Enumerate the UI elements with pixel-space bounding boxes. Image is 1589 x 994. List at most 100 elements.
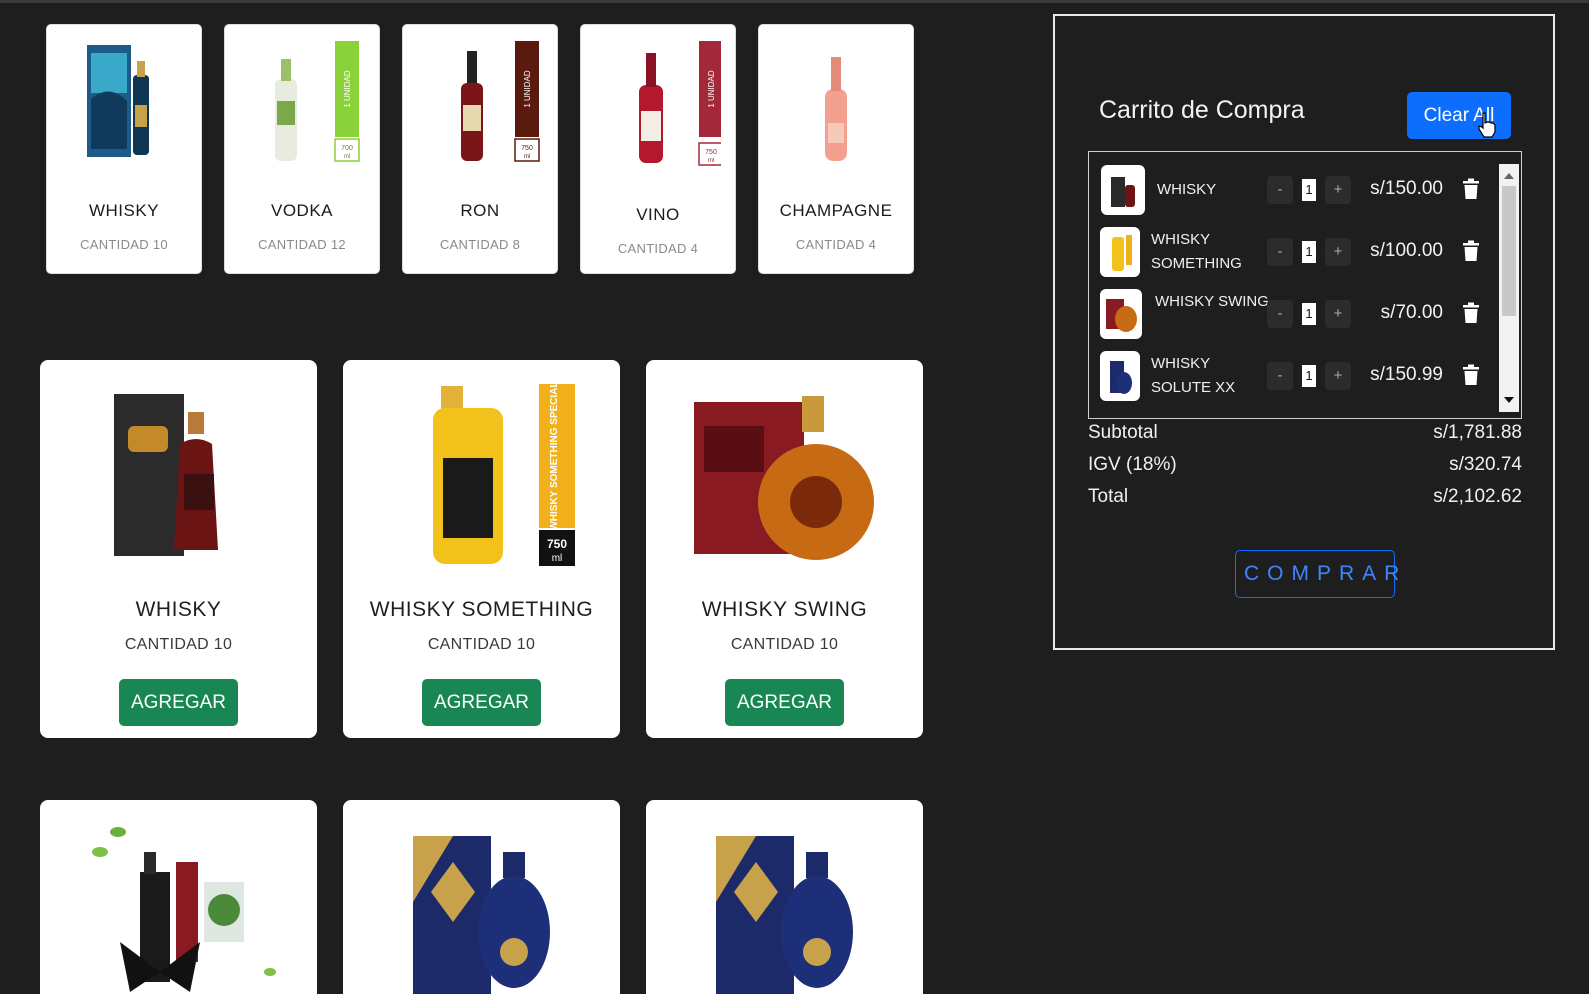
trash-icon[interactable] [1462,240,1480,262]
increase-quantity-button[interactable]: + [1325,300,1351,328]
product-card-whisky: WHISKY CANTIDAD 10 AGREGAR [40,360,317,738]
cart-item-thumbnail [1100,289,1142,339]
volume-label: 750 [547,537,567,551]
product-card-whisky-something: WHISKY SOMETHING SPECIAL 750 ml WHISKY S… [343,360,620,738]
category-quantity: CANTIDAD 10 [80,237,168,252]
increase-quantity-button[interactable]: + [1325,238,1351,266]
ml-label: ml [552,553,563,564]
buy-button[interactable]: COMPRAR [1235,550,1399,598]
top-border [0,0,1589,3]
royal-salute-image [716,836,853,994]
champagne-bottle-image [825,57,847,161]
category-quantity: CANTIDAD 12 [258,237,346,252]
shopping-cart-panel: Carrito de Compra Clear All WHISKY - 1 +… [1053,14,1555,650]
category-quantity: CANTIDAD 4 [617,241,699,256]
cart-scrollbar[interactable] [1499,164,1519,412]
total-label: Total [1088,486,1129,507]
category-card-ron[interactable]: 1 UNIDAD 750 ml RON CANTIDAD 8 [403,25,557,273]
ml-label: ml [708,158,714,164]
unit-label: 1 UNIDAD [523,70,532,108]
increase-quantity-button[interactable]: + [1325,176,1351,204]
add-to-cart-button[interactable]: AGREGAR [422,679,541,726]
whisky-swing-image [694,396,874,560]
category-card-champagne[interactable]: CHAMPAGNE CANTIDAD 4 [759,25,913,273]
whisky-cartavio-image [114,394,218,556]
trash-icon[interactable] [1462,178,1480,200]
unit-label: 1 UNIDAD [707,70,716,108]
quantity-value: 1 [1302,365,1316,387]
category-card-whisky[interactable]: WHISKY CANTIDAD 10 [47,25,201,273]
category-name: RON [460,201,500,220]
product-card-whisky-swing: WHISKY SWING CANTIDAD 10 AGREGAR [646,360,923,738]
royal-salute-image [413,836,550,994]
product-quantity: CANTIDAD 10 [427,636,536,653]
wine-bottle-image: 1 UNIDAD 750 ml [639,41,721,166]
igv-value: s/320.74 [1449,454,1522,475]
volume-label: 700 [341,145,353,152]
cart-item-thumbnail [1100,227,1140,277]
quantity-value: 1 [1302,179,1316,201]
decrease-quantity-button[interactable]: - [1267,238,1293,266]
volume-label: 750 [705,149,717,156]
category-card-vodka[interactable]: 1 UNIDAD 700 ml VODKA CANTIDAD 12 [225,25,379,273]
category-name: VINO [636,205,680,224]
ml-label: ml [344,154,350,160]
subtotal-label: Subtotal [1088,422,1158,443]
unit-label: 1 UNIDAD [343,70,352,108]
special-label: WHISKY SOMETHING SPECIAL [549,382,560,531]
product-card-gift-basket [40,800,317,994]
category-name: WHISKY [88,201,160,220]
cart-item: WHISKY - 1 + s/150.00 [1089,162,1489,224]
igv-label: IGV (18%) [1088,454,1177,475]
decrease-quantity-button[interactable]: - [1267,362,1293,390]
decrease-quantity-button[interactable]: - [1267,300,1293,328]
gift-basket-image [92,827,276,992]
rum-bottle-image: 1 UNIDAD 750 ml [461,41,540,162]
cart-item-thumbnail [1100,351,1140,401]
whisky-something-image: WHISKY SOMETHING SPECIAL 750 ml [433,382,575,566]
subtotal-value: s/1,781.88 [1433,422,1522,443]
total-value: s/2,102.62 [1433,486,1522,507]
category-name: VODKA [270,201,334,220]
cart-item-name: WHISKY SWING [1155,293,1269,310]
product-name: WHISKY [135,598,222,621]
cart-item-name: WHISKY SOMETHING [1151,231,1242,272]
category-name: CHAMPAGNE [779,201,893,220]
cart-item: WHISKY SOLUTE XX - 1 + s/150.99 [1089,348,1489,410]
category-quantity: CANTIDAD 8 [439,237,521,252]
quantity-value: 1 [1302,303,1316,325]
volume-label: 750 [521,145,533,152]
cart-title: Carrito de Compra [1099,96,1305,124]
cart-item: WHISKY SWING - 1 + s/70.00 [1089,286,1489,348]
cart-item-price: s/150.00 [1370,178,1443,199]
cart-item-name: WHISKY [1157,181,1217,198]
hand-cursor-icon [1478,112,1496,138]
category-card-vino[interactable]: 1 UNIDAD 750 ml VINO CANTIDAD 4 [581,25,735,273]
product-quantity: CANTIDAD 10 [730,636,839,653]
cart-item-price: s/70.00 [1380,302,1443,323]
product-card-royal-salute-1 [343,800,620,994]
cart-item-price: s/150.99 [1370,364,1443,385]
whisky-box-image [87,45,149,157]
product-card-royal-salute-2 [646,800,923,994]
scroll-thumb[interactable] [1502,186,1516,316]
quantity-value: 1 [1302,241,1316,263]
cart-item-thumbnail [1101,165,1145,215]
increase-quantity-button[interactable]: + [1325,362,1351,390]
add-to-cart-button[interactable]: AGREGAR [725,679,844,726]
product-name: WHISKY SOMETHING [369,598,594,621]
trash-icon[interactable] [1462,364,1480,386]
decrease-quantity-button[interactable]: - [1267,176,1293,204]
cart-item-price: s/100.00 [1370,240,1443,261]
cart-item-name: WHISKY SOLUTE XX [1151,355,1236,396]
category-quantity: CANTIDAD 4 [795,237,877,252]
vodka-bottle-image: 1 UNIDAD 700 ml [275,41,360,162]
cart-item: WHISKY SOMETHING - 1 + s/100.00 [1089,224,1489,286]
scroll-up-arrow-icon[interactable] [1504,173,1514,179]
trash-icon[interactable] [1462,302,1480,324]
cart-items-list: WHISKY - 1 + s/150.00 WHISKY SOMETHING -… [1088,151,1522,419]
ml-label: ml [524,154,530,160]
scroll-down-arrow-icon[interactable] [1504,397,1514,403]
add-to-cart-button[interactable]: AGREGAR [119,679,238,726]
product-name: WHISKY SWING [701,598,868,621]
